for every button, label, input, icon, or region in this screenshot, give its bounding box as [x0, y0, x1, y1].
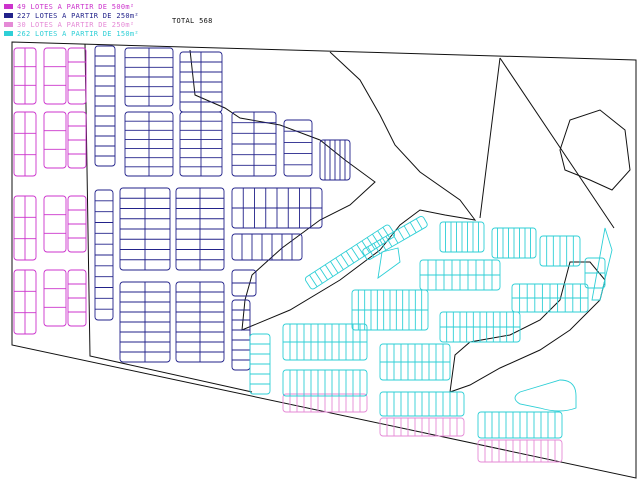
lot-block-150	[282, 323, 368, 361]
lot-block-150	[419, 259, 501, 291]
green-area-right	[559, 109, 631, 191]
lot-block-500	[43, 195, 67, 253]
road-loop	[514, 379, 577, 412]
lot-block-150	[249, 333, 271, 395]
lot-block-250	[94, 45, 116, 167]
lot-block-250	[119, 281, 171, 363]
lot-block-500	[43, 269, 67, 327]
lot-block-500	[67, 269, 87, 327]
block-outline	[43, 47, 67, 105]
lot-block-250	[231, 299, 251, 371]
lot-block-150	[282, 369, 368, 397]
lot-block-150	[477, 411, 563, 439]
lot-block-250-alt	[477, 439, 563, 463]
lot-block-250	[175, 281, 225, 363]
lot-block-250	[94, 189, 114, 321]
lot-block-500	[13, 195, 37, 261]
block-outline	[43, 195, 67, 253]
lot-block-500	[43, 111, 67, 169]
division-line-2	[499, 57, 615, 229]
lot-divider	[324, 264, 334, 277]
lot-block-250	[119, 187, 171, 271]
lot-block-250	[179, 111, 223, 177]
block-outline	[231, 233, 303, 261]
lot-divider	[319, 267, 328, 281]
division-line	[479, 57, 501, 219]
lot-divider	[314, 271, 323, 284]
lot-divider	[335, 257, 344, 270]
lot-divider	[403, 225, 411, 237]
block-outline	[43, 111, 67, 169]
lot-block-250	[175, 187, 225, 271]
lot-block-250	[124, 111, 174, 177]
lot-block-500	[13, 47, 37, 105]
lot-divider	[397, 229, 405, 240]
lot-divider	[409, 222, 417, 233]
lot-block-250	[231, 187, 323, 229]
lot-block-500	[67, 47, 87, 105]
site-outline	[11, 41, 637, 479]
lot-block-250	[231, 111, 277, 177]
lot-divider	[345, 250, 355, 264]
lot-block-500	[13, 269, 37, 335]
lot-block-150	[379, 391, 465, 417]
lot-block-250	[231, 269, 257, 297]
site-boundary	[11, 41, 637, 479]
lot-block-150-diag	[304, 224, 396, 290]
lot-block-150	[439, 311, 521, 343]
site-plan	[11, 41, 637, 479]
lot-divider	[415, 218, 423, 230]
lots-250-group	[94, 45, 351, 371]
lot-block-500	[67, 111, 87, 169]
lot-divider	[309, 274, 318, 287]
block-outline	[43, 269, 67, 327]
lot-divider	[351, 247, 360, 260]
lot-block-250	[179, 51, 223, 113]
lot-block-150	[511, 283, 589, 313]
lot-block-500	[67, 195, 87, 253]
lot-divider	[330, 261, 339, 274]
green-area-upper	[189, 49, 477, 331]
lot-block-250	[231, 233, 303, 261]
lot-block-250-alt	[282, 393, 368, 413]
block-outline	[231, 299, 251, 371]
lot-block-150	[439, 221, 485, 253]
lot-divider	[340, 254, 349, 267]
lot-block-150	[379, 343, 451, 381]
lot-block-150-diag	[362, 215, 428, 261]
lot-block-500	[13, 111, 37, 177]
road-edge	[591, 227, 613, 301]
lot-block-250	[124, 47, 174, 107]
lot-block-250-alt	[379, 417, 465, 437]
lot-block-500	[43, 47, 67, 105]
lot-block-150	[491, 227, 537, 259]
lots-500-group	[13, 47, 87, 335]
